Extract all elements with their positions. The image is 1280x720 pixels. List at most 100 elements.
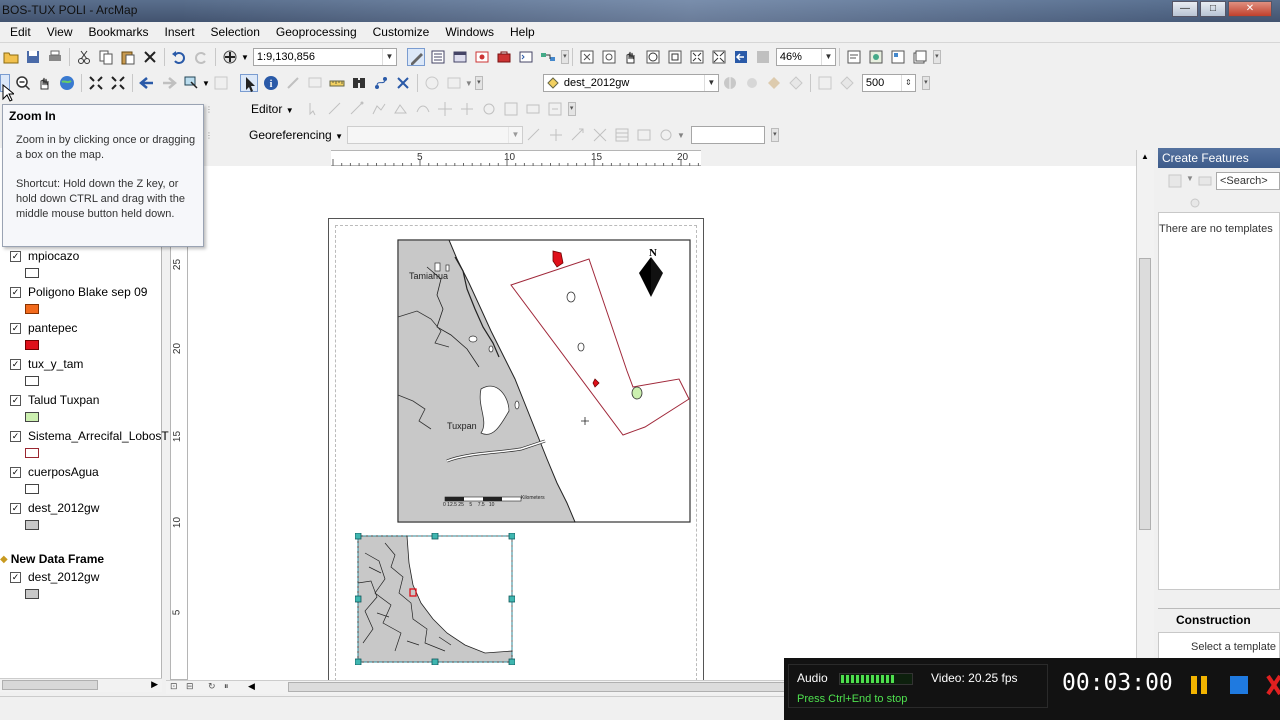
layout-view-icon[interactable]: ⊟: [186, 681, 194, 692]
clear-selection-icon[interactable]: [212, 74, 230, 92]
layout-page[interactable]: N Tamiahua Tuxpan 0 12.5 25 5 7.5 10 Kil…: [328, 218, 704, 680]
back-arrow-icon[interactable]: [138, 74, 156, 92]
create-features-icon[interactable]: [546, 100, 564, 118]
redo-icon[interactable]: [192, 48, 210, 66]
chevron-down-icon[interactable]: ▼: [703, 75, 718, 91]
target-layer-combo[interactable]: dest_2012gw ▼: [542, 74, 719, 92]
select-elements-icon[interactable]: [239, 74, 258, 92]
save-icon[interactable]: [24, 48, 42, 66]
catalog-icon[interactable]: [451, 48, 469, 66]
chevron-down-icon[interactable]: ▼: [820, 49, 835, 65]
layer-visibility-checkbox[interactable]: ✓: [10, 322, 21, 334]
toolbar-options-icon[interactable]: ▾: [474, 76, 483, 90]
layout-vertical-scrollbar[interactable]: ▲: [1136, 150, 1154, 680]
undo-icon[interactable]: [170, 48, 188, 66]
zoom-percent-combo[interactable]: 46% ▼: [775, 48, 836, 66]
scale-icon[interactable]: [569, 126, 587, 144]
data-frame-row[interactable]: ◆ New Data Frame: [0, 551, 104, 567]
georeferencing-menu[interactable]: Georeferencing ▼: [249, 128, 343, 142]
go-back-extent-icon[interactable]: [732, 48, 750, 66]
forward-arrow-icon[interactable]: [160, 74, 178, 92]
zoom-100-icon[interactable]: [666, 48, 684, 66]
layer-visibility-checkbox[interactable]: ✓: [10, 466, 21, 478]
toolbar-options-icon[interactable]: ▾: [560, 50, 569, 64]
menu-geoprocessing[interactable]: Geoprocessing: [268, 22, 365, 42]
close-button[interactable]: ✕: [1228, 1, 1272, 17]
zoom-out-fixed-icon[interactable]: [600, 48, 618, 66]
layer-symbol-swatch[interactable]: [25, 412, 39, 422]
layout-hscroll-thumb[interactable]: [288, 682, 786, 692]
inset-map-frame[interactable]: [355, 533, 515, 665]
layout-pan-icon[interactable]: [622, 48, 640, 66]
sketch-value-combo[interactable]: 500 ⇕: [861, 74, 916, 92]
chevron-down-icon[interactable]: ▼: [465, 79, 473, 88]
layout-scroll-thumb[interactable]: [1139, 258, 1151, 530]
toolbar-options-icon[interactable]: ▾: [921, 76, 930, 90]
zoom-in-fixed-icon[interactable]: [578, 48, 596, 66]
find-icon[interactable]: [350, 74, 368, 92]
layer-symbol-swatch[interactable]: [25, 484, 39, 494]
data-view-icon[interactable]: ⊡: [170, 681, 178, 692]
add-data-icon[interactable]: [221, 48, 239, 66]
paste-icon[interactable]: [119, 48, 137, 66]
layer-visibility-checkbox[interactable]: ✓: [10, 502, 21, 514]
print-icon[interactable]: [46, 48, 64, 66]
layer-symbol-swatch[interactable]: [25, 304, 39, 314]
chevron-down-icon[interactable]: ▼: [507, 127, 522, 143]
edit-tool-icon[interactable]: [304, 100, 322, 118]
python-window-icon[interactable]: [517, 48, 535, 66]
edit-vertices-icon[interactable]: [392, 100, 410, 118]
pan-icon[interactable]: [36, 74, 54, 92]
change-layout-icon[interactable]: [889, 48, 907, 66]
delete-icon[interactable]: [141, 48, 159, 66]
layer-visibility-checkbox[interactable]: ✓: [10, 571, 21, 583]
main-map-frame[interactable]: [397, 239, 691, 523]
open-icon[interactable]: [2, 48, 20, 66]
scroll-left-icon[interactable]: ◀: [248, 681, 255, 692]
zoom-whole-page-icon[interactable]: [644, 48, 662, 66]
layer-symbol-swatch[interactable]: [25, 376, 39, 386]
swipe-icon[interactable]: [721, 74, 739, 92]
search-window-icon[interactable]: [473, 48, 491, 66]
menu-selection[interactable]: Selection: [203, 22, 268, 42]
layer-visibility-checkbox[interactable]: ✓: [10, 250, 21, 262]
layer-row[interactable]: ✓ cuerposAgua: [0, 464, 99, 480]
template-search-input[interactable]: <Search>: [1216, 172, 1280, 190]
reshape-icon[interactable]: [414, 100, 432, 118]
zoom-out-icon[interactable]: [14, 74, 32, 92]
cancel-icon[interactable]: [1266, 674, 1280, 696]
straight-segment-icon[interactable]: [348, 100, 366, 118]
scroll-up-icon[interactable]: ▲: [1141, 152, 1149, 161]
focus-data-frame-icon[interactable]: [867, 48, 885, 66]
fixed-zoom-out-map-icon[interactable]: [109, 74, 127, 92]
trace-icon[interactable]: [370, 100, 388, 118]
chevron-down-icon[interactable]: ▼: [202, 79, 210, 88]
menu-bookmarks[interactable]: Bookmarks: [80, 22, 156, 42]
model-builder-icon[interactable]: [539, 48, 557, 66]
rotate-icon[interactable]: [480, 100, 498, 118]
measure-icon[interactable]: [328, 74, 346, 92]
split-icon[interactable]: [458, 100, 476, 118]
scroll-right-icon[interactable]: ▶: [151, 679, 158, 690]
layer-row[interactable]: ✓ dest_2012gw: [0, 500, 99, 516]
layer-row[interactable]: ✓ Sistema_Arrecifal_LobosT: [0, 428, 169, 444]
full-extent-icon[interactable]: [58, 74, 76, 92]
menu-windows[interactable]: Windows: [437, 22, 502, 42]
transparency-icon[interactable]: [787, 74, 805, 92]
layer-visibility-checkbox[interactable]: ✓: [10, 430, 21, 442]
layer-row[interactable]: ✓ Poligono Blake sep 09: [0, 284, 147, 300]
stepper-icon[interactable]: ⇕: [900, 75, 915, 91]
add-control-points-icon[interactable]: [591, 126, 609, 144]
template-properties-icon[interactable]: [1186, 194, 1204, 212]
stop-icon[interactable]: [1228, 674, 1250, 696]
effects-icon[interactable]: [765, 74, 783, 92]
layer-visibility-checkbox[interactable]: ✓: [10, 286, 21, 298]
menu-customize[interactable]: Customize: [365, 22, 438, 42]
view-link-table-icon[interactable]: [613, 126, 631, 144]
go-to-xy-icon[interactable]: [394, 74, 412, 92]
fixed-zoom-in-icon[interactable]: [688, 48, 706, 66]
time-slider-icon[interactable]: [423, 74, 441, 92]
menu-help[interactable]: Help: [502, 22, 543, 42]
edit-annotation-icon[interactable]: [326, 100, 344, 118]
editor-toolbar-icon[interactable]: [406, 48, 425, 66]
